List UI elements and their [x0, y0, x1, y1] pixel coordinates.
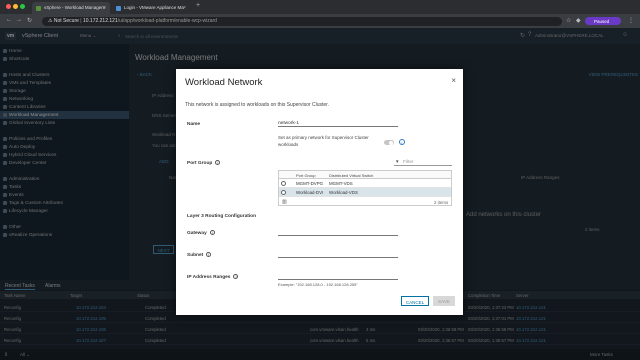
primary-network-toggle[interactable]: [384, 140, 394, 145]
extension-icon[interactable]: ◆: [576, 17, 581, 24]
paused-label: Paused: [594, 18, 610, 24]
vsphere-favicon-icon: [36, 5, 41, 11]
forward-arrow-icon[interactable]: →: [16, 17, 22, 23]
maximize-window-icon[interactable]: [20, 4, 25, 9]
tab-label: Login - VMware Appliance Ma: [124, 5, 184, 10]
address-toolbar: ← → ↻ ⚠ Not Secure | 10.172.212.121/ui/a…: [0, 14, 640, 28]
ip-ranges-input[interactable]: [278, 272, 398, 280]
address-bar[interactable]: ⚠ Not Secure | 10.172.212.121/ui/app/wor…: [42, 16, 562, 26]
grid-row-selected[interactable]: Workload-DVI Workload-VDS: [279, 188, 451, 197]
gateway-input[interactable]: [278, 228, 398, 236]
star-icon[interactable]: ☆: [566, 17, 571, 24]
url-path: /ui/app/workload-platform/enable-wcp-wiz…: [117, 18, 217, 25]
ip-ranges-example: Example: "192.168.128.0 - 192.168.128.25…: [278, 282, 358, 287]
port-group-label-text: Port Group: [187, 160, 213, 166]
row-radio[interactable]: [281, 190, 286, 195]
grid-header: Port Group Distributed Virtual Switch: [279, 171, 451, 179]
not-secure-label: Not Secure: [53, 18, 79, 25]
dialog-description: This network is assigned to workloads on…: [185, 102, 329, 108]
column-toggle-icon[interactable]: ▥: [282, 199, 287, 205]
column-header-switch[interactable]: Distributed Virtual Switch: [329, 173, 373, 178]
workload-network-dialog: Workload Network × This network is assig…: [176, 69, 463, 315]
gateway-label-text: Gateway: [187, 230, 207, 236]
browser-tab-vsphere[interactable]: vSphere - Workload Managem ×: [32, 2, 110, 14]
window-controls: [6, 4, 27, 11]
filter-input[interactable]: Filter: [394, 158, 452, 166]
browser-tabbar: vSphere - Workload Managem × Login - VMw…: [0, 0, 640, 14]
row-radio[interactable]: [281, 181, 286, 186]
name-input[interactable]: network-1: [278, 119, 398, 127]
port-group-grid: Port Group Distributed Virtual Switch MG…: [278, 170, 452, 206]
subnet-label: Subnet i: [187, 252, 212, 258]
close-icon[interactable]: ×: [451, 76, 456, 85]
close-tab-icon[interactable]: ×: [103, 5, 106, 11]
save-button[interactable]: SAVE: [433, 296, 455, 306]
primary-network-text: Set as primary network for Supervisor Cl…: [278, 135, 369, 147]
close-tab-icon[interactable]: ×: [183, 5, 186, 11]
info-icon[interactable]: i: [206, 252, 212, 257]
port-group-label: Port Group i: [187, 160, 221, 166]
info-icon[interactable]: i: [399, 138, 405, 145]
tab-label: vSphere - Workload Managem: [44, 5, 105, 10]
browser-chrome: vSphere - Workload Managem × Login - VMw…: [0, 0, 640, 28]
browser-tab-login[interactable]: Login - VMware Appliance Ma ×: [112, 2, 190, 14]
switch-cell: MGMT-VDS: [329, 181, 353, 186]
switch-cell: Workload-VDS: [329, 190, 358, 195]
ip-ranges-label: IP Address Ranges i: [187, 274, 239, 280]
url-host: 10.172.212.121: [82, 18, 118, 25]
close-window-icon[interactable]: [6, 4, 11, 9]
ip-ranges-label-text: IP Address Ranges: [187, 274, 231, 280]
port-group-cell: MGMT-DVPG: [296, 181, 324, 186]
vmware-favicon-icon: [116, 5, 121, 11]
layer3-heading: Layer 3 Routing Configuration: [187, 214, 257, 219]
port-group-cell: Workload-DVI: [296, 190, 324, 195]
info-icon[interactable]: i: [215, 160, 221, 165]
dialog-title: Workload Network: [185, 77, 263, 88]
browser-menu-icon[interactable]: ⋮: [628, 17, 634, 24]
subnet-label-text: Subnet: [187, 252, 204, 258]
minimize-window-icon[interactable]: [13, 4, 18, 9]
gateway-label: Gateway i: [187, 230, 215, 236]
grid-row[interactable]: MGMT-DVPG MGMT-VDS: [279, 179, 451, 188]
info-icon[interactable]: i: [209, 230, 215, 235]
new-tab-button[interactable]: +: [196, 2, 200, 9]
subnet-input[interactable]: [278, 250, 398, 258]
reload-icon[interactable]: ↻: [27, 17, 32, 24]
grid-item-count: 2 items: [434, 199, 449, 205]
column-header-port-group[interactable]: Port Group: [296, 173, 316, 178]
profile-paused-badge[interactable]: Paused: [585, 17, 621, 25]
grid-footer: ▥ 2 items: [279, 198, 451, 206]
back-arrow-icon[interactable]: ←: [6, 17, 12, 23]
name-label: Name: [187, 122, 201, 127]
info-icon[interactable]: i: [233, 274, 239, 279]
cancel-button[interactable]: CANCEL: [401, 296, 429, 306]
